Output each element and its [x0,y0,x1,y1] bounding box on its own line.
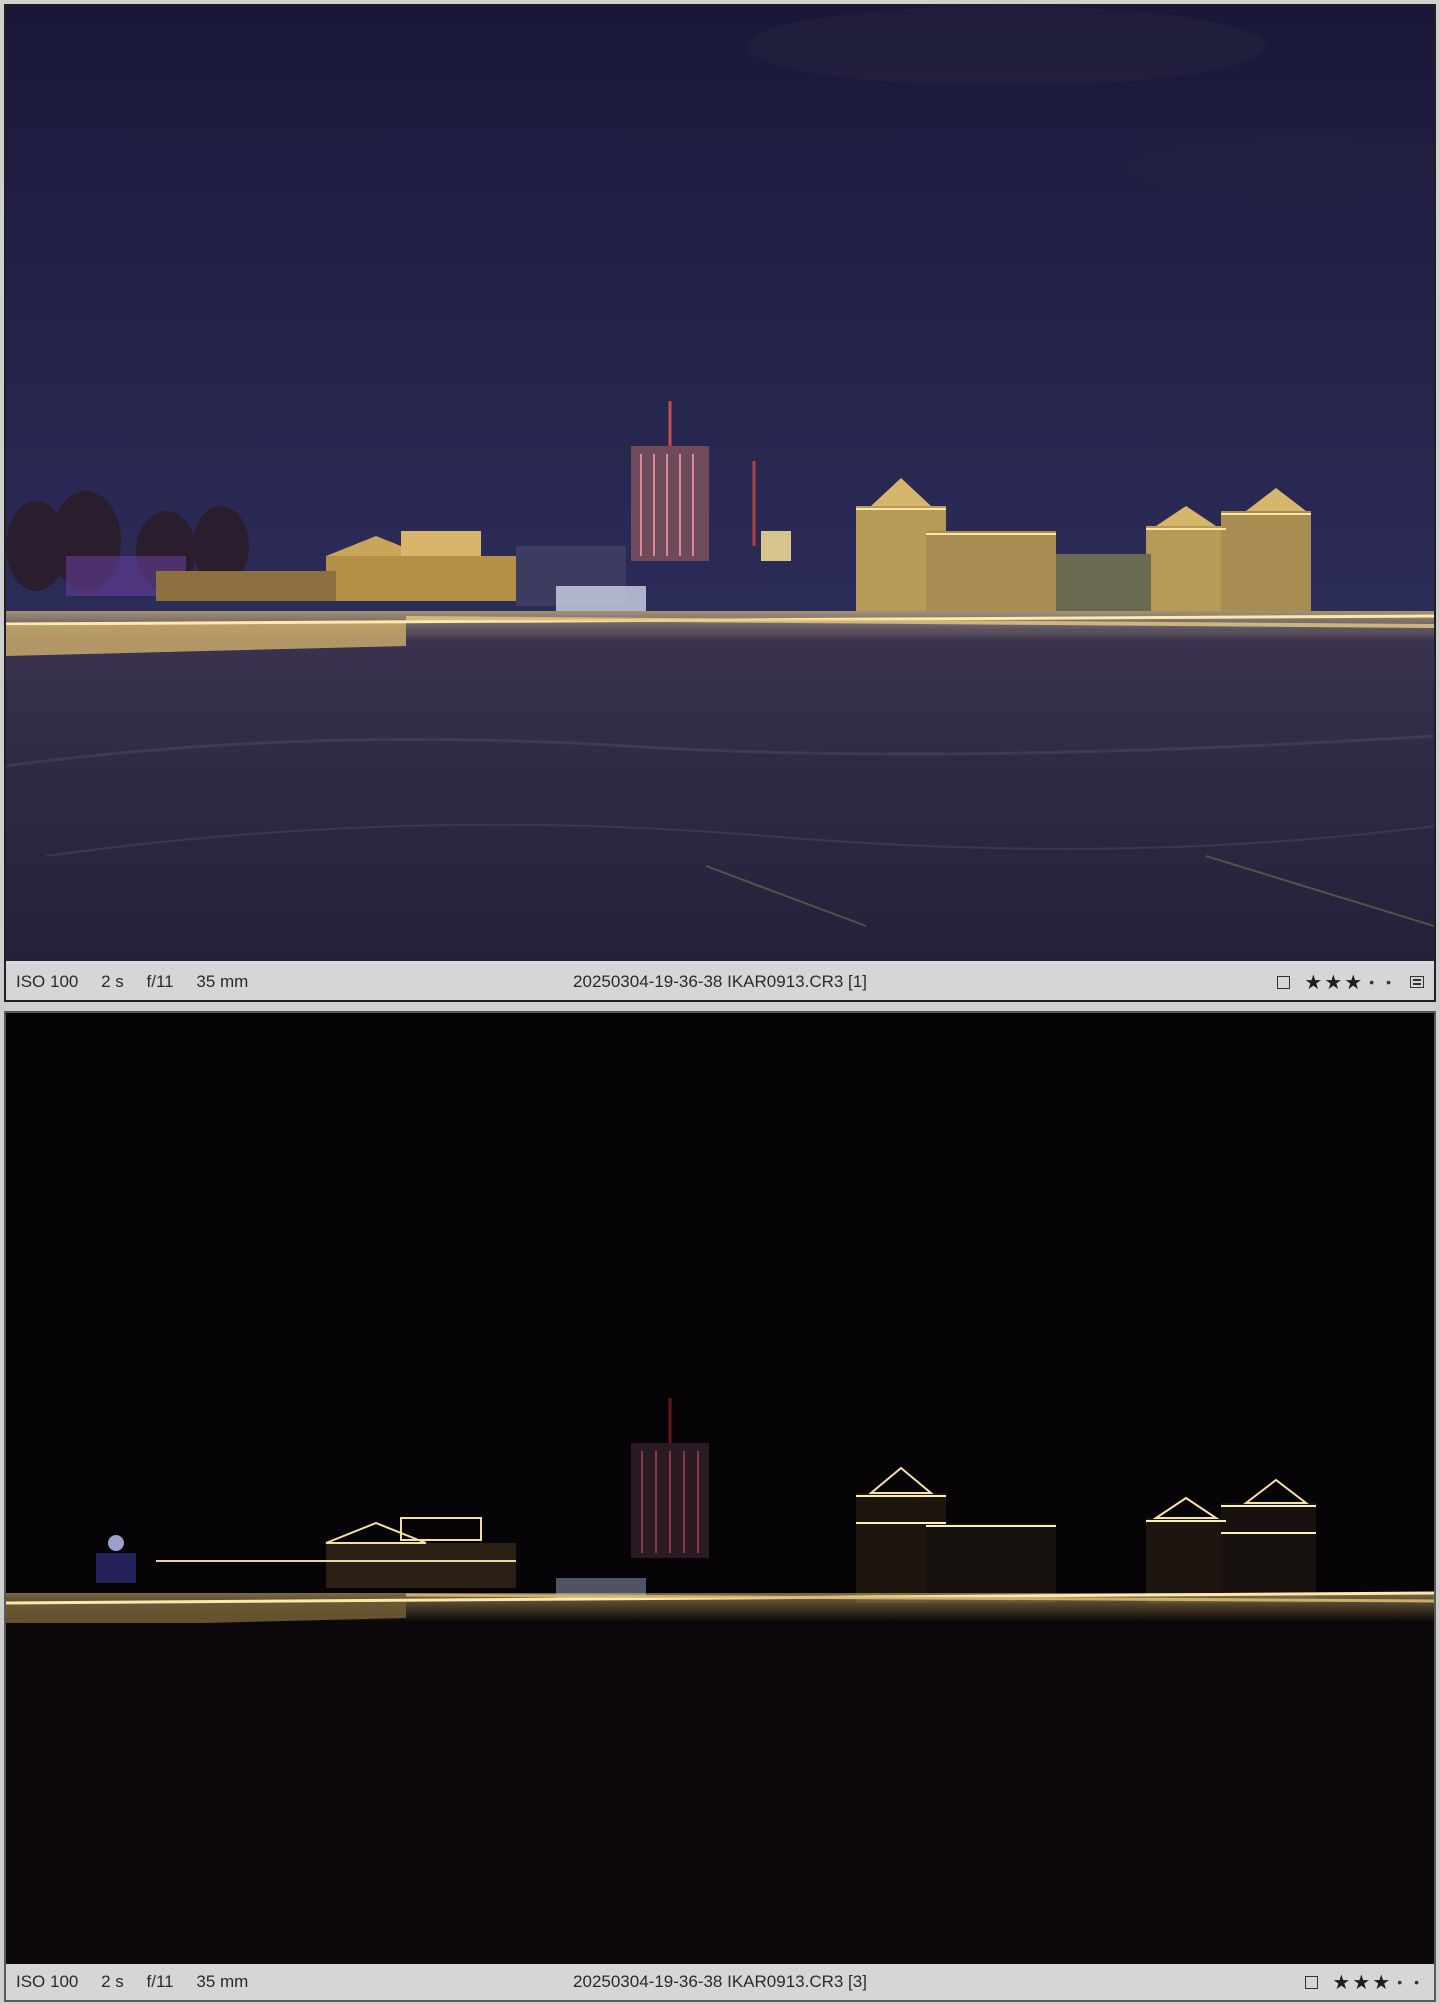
flag-checkbox[interactable] [1305,1975,1319,1989]
night-city-embankment-photo-dark [6,1013,1434,1966]
rating-controls: ★ ★ ★ • • [1277,964,1424,1000]
star-icon[interactable]: ★ [1332,1970,1350,1995]
photo-panel-3[interactable]: ISO 100 2 s f/11 35 mm 20250304-19-36-38… [4,1011,1436,2002]
flag-checkbox[interactable] [1277,975,1291,989]
empty-star-dot-icon[interactable]: • [1409,1974,1424,1990]
star-rating[interactable]: ★ ★ ★ • • [1304,970,1396,995]
photo-thumbnail[interactable] [6,1013,1434,1966]
night-city-embankment-photo [6,6,1434,961]
empty-star-dot-icon[interactable]: • [1392,1974,1407,1990]
empty-star-dot-icon[interactable]: • [1381,974,1396,990]
star-icon[interactable]: ★ [1324,970,1342,995]
photo-thumbnail[interactable] [6,6,1434,961]
star-icon[interactable]: ★ [1372,1970,1390,1995]
star-icon[interactable]: ★ [1352,1970,1370,1995]
empty-star-dot-icon[interactable]: • [1364,974,1379,990]
metadata-bar: ISO 100 2 s f/11 35 mm 20250304-19-36-38… [6,964,1434,1000]
filename: 20250304-19-36-38 IKAR0913.CR3 [1] [573,972,867,991]
metadata-bar: ISO 100 2 s f/11 35 mm 20250304-19-36-38… [6,1964,1434,2000]
rating-controls: ★ ★ ★ • • [1305,1964,1424,2000]
photo-panel-1[interactable]: ISO 100 2 s f/11 35 mm 20250304-19-36-38… [4,4,1436,1002]
star-icon[interactable]: ★ [1304,970,1322,995]
star-rating[interactable]: ★ ★ ★ • • [1332,1970,1424,1995]
metadata-icon[interactable] [1410,976,1424,988]
filename: 20250304-19-36-38 IKAR0913.CR3 [3] [573,1972,867,1991]
star-icon[interactable]: ★ [1344,970,1362,995]
